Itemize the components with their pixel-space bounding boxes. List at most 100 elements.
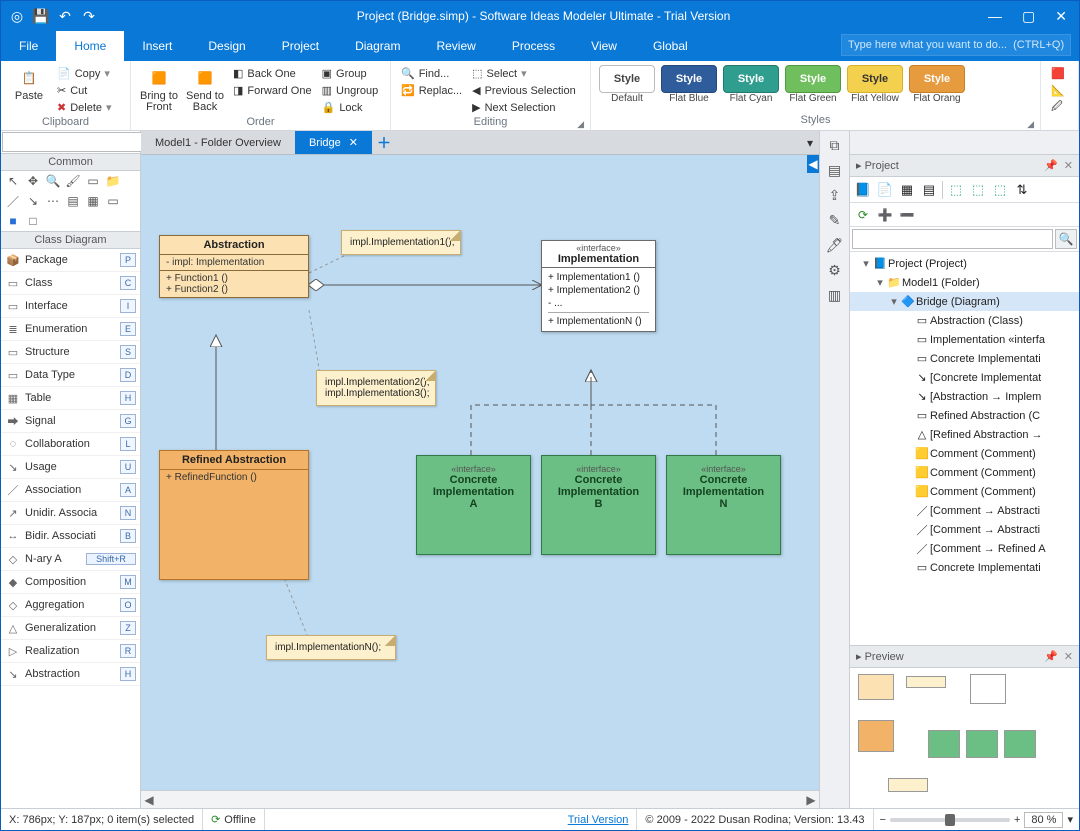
rect-icon[interactable]: ▭: [85, 173, 101, 189]
concrete-n[interactable]: «interface»ConcreteImplementationN: [666, 455, 781, 555]
tool-table[interactable]: ▦TableH: [1, 387, 140, 410]
menu-review[interactable]: Review: [418, 31, 493, 61]
editing-launcher-icon[interactable]: ◢: [577, 119, 584, 130]
forward-one-button[interactable]: ◨Forward One: [229, 82, 316, 99]
proj-tool-5[interactable]: ⬚: [947, 181, 965, 199]
pointer-icon[interactable]: ↖: [5, 173, 21, 189]
proj-tool-6[interactable]: ⬚: [969, 181, 987, 199]
command-search-input[interactable]: [841, 34, 1071, 56]
cut-button[interactable]: ✂Cut: [53, 82, 116, 99]
collapse-right-icon[interactable]: ◀: [807, 155, 819, 173]
tool-signal[interactable]: ⮕SignalG: [1, 410, 140, 433]
pin-icon[interactable]: 📌: [1044, 159, 1058, 172]
redo-icon[interactable]: ↷: [79, 6, 99, 26]
class-refined-abstraction[interactable]: Refined Abstraction + RefinedFunction (): [159, 450, 309, 580]
zoom-value[interactable]: 80 %: [1024, 812, 1063, 828]
white-icon[interactable]: □: [25, 213, 41, 229]
proj-tool-2[interactable]: 📄: [876, 181, 894, 199]
concrete-b[interactable]: «interface»ConcreteImplementationB: [541, 455, 656, 555]
tool-package[interactable]: 📦PackageP: [1, 249, 140, 272]
proj-tool-7[interactable]: ⬚: [991, 181, 1009, 199]
dots-icon[interactable]: ⋯: [45, 193, 61, 209]
tree-node[interactable]: ▾🔷Bridge (Diagram): [850, 292, 1079, 311]
rail-align-icon[interactable]: ⧉: [823, 133, 847, 157]
style-chip-flat-cyan[interactable]: Style: [723, 65, 779, 93]
zoom-control[interactable]: − + 80 % ▾: [874, 812, 1079, 828]
next-selection-button[interactable]: ▶Next Selection: [468, 99, 580, 116]
toolbox-header-classdiagram[interactable]: Class Diagram: [1, 232, 140, 249]
replace-button[interactable]: 🔁Replac...: [397, 82, 466, 99]
rail-settings-icon[interactable]: ⚙: [823, 258, 847, 282]
rail-layers-icon[interactable]: ▤: [823, 158, 847, 182]
zoom-out-icon[interactable]: −: [880, 814, 886, 826]
list-icon[interactable]: ▤: [65, 193, 81, 209]
grid-icon[interactable]: ▦: [85, 193, 101, 209]
diagram-canvas[interactable]: Abstraction - impl: Implementation + Fun…: [141, 155, 819, 790]
tree-node[interactable]: ▭Refined Abstraction (C: [850, 406, 1079, 425]
preview-panel-header[interactable]: ▸ Preview 📌✕: [850, 646, 1079, 668]
group-button[interactable]: ▣Group: [318, 65, 383, 82]
tree-node[interactable]: ▾📘Project (Project): [850, 254, 1079, 273]
style-chip-flat-green[interactable]: Style: [785, 65, 841, 93]
tool-n-ary-a[interactable]: ◇N-ary AShift+R: [1, 548, 140, 571]
ribbon-tool-3[interactable]: 🖉: [1047, 99, 1069, 116]
delete-button[interactable]: ✖Delete ▾: [53, 99, 116, 116]
send-to-back-button[interactable]: 🟧Send to Back: [183, 63, 227, 116]
back-one-button[interactable]: ◧Back One: [229, 65, 316, 82]
prev-selection-button[interactable]: ◀Previous Selection: [468, 82, 580, 99]
menu-insert[interactable]: Insert: [124, 31, 190, 61]
blue-icon[interactable]: ■: [5, 213, 21, 229]
copy-button[interactable]: 📄Copy ▾: [53, 65, 116, 82]
tree-node[interactable]: ↘[Abstraction → Implem: [850, 387, 1079, 406]
proj-refresh-icon[interactable]: ⟳: [854, 206, 872, 224]
zoom-dropdown-icon[interactable]: ▾: [1067, 813, 1073, 826]
proj-add-icon[interactable]: ➕: [876, 206, 894, 224]
paste-button[interactable]: 📋Paste: [7, 63, 51, 116]
tree-node[interactable]: ▭Concrete Implementati: [850, 558, 1079, 577]
concrete-a[interactable]: «interface»ConcreteImplementationA: [416, 455, 531, 555]
ribbon-tool-2[interactable]: 📐: [1047, 82, 1069, 99]
status-offline[interactable]: ⟳Offline: [203, 809, 265, 830]
tool-structure[interactable]: ▭StructureS: [1, 341, 140, 364]
tool-usage[interactable]: ↘UsageU: [1, 456, 140, 479]
find-button[interactable]: 🔍Find...: [397, 65, 466, 82]
menu-file[interactable]: File: [1, 31, 56, 61]
zoom-icon[interactable]: 🔍: [45, 173, 61, 189]
tree-node[interactable]: ▭Abstraction (Class): [850, 311, 1079, 330]
tree-node[interactable]: △[Refined Abstraction →: [850, 425, 1079, 444]
tree-node[interactable]: ／[Comment → Refined A: [850, 539, 1079, 558]
interface-implementation[interactable]: «interface»Implementation + Implementati…: [541, 240, 656, 332]
menu-view[interactable]: View: [573, 31, 635, 61]
proj-tool-1[interactable]: 📘: [854, 181, 872, 199]
proj-tool-4[interactable]: ▤: [920, 181, 938, 199]
minimize-icon[interactable]: ―: [988, 8, 1002, 25]
zoom-in-icon[interactable]: +: [1014, 814, 1020, 826]
select-button[interactable]: ⬚Select ▾: [468, 65, 580, 82]
tree-node[interactable]: ▭Implementation «interfa: [850, 330, 1079, 349]
tool-class[interactable]: ▭ClassC: [1, 272, 140, 295]
tool-association[interactable]: ／AssociationA: [1, 479, 140, 502]
project-panel-header[interactable]: ▸ Project 📌✕: [850, 155, 1079, 177]
tool-unidir-associa[interactable]: ↗Unidir. AssociaN: [1, 502, 140, 525]
command-search[interactable]: [841, 34, 1071, 58]
rail-more-icon[interactable]: ▥: [823, 283, 847, 307]
folder-icon[interactable]: 📁: [105, 173, 121, 189]
preview-canvas[interactable]: [850, 668, 1079, 808]
menu-design[interactable]: Design: [190, 31, 263, 61]
tree-node[interactable]: ／[Comment → Abstracti: [850, 501, 1079, 520]
preview-close-icon[interactable]: ✕: [1064, 650, 1073, 663]
tree-node[interactable]: ▾📁Model1 (Folder): [850, 273, 1079, 292]
window-icon[interactable]: ▭: [105, 193, 121, 209]
tabs-menu-icon[interactable]: ▾: [801, 131, 819, 154]
project-search-button[interactable]: 🔍: [1055, 229, 1077, 249]
tree-node[interactable]: 🟨Comment (Comment): [850, 482, 1079, 501]
horizontal-scrollbar[interactable]: ◀▶: [141, 790, 819, 808]
ribbon-tool-1[interactable]: 🟥: [1047, 65, 1069, 82]
undo-icon[interactable]: ↶: [55, 6, 75, 26]
tree-node[interactable]: ／[Comment → Abstracti: [850, 520, 1079, 539]
save-icon[interactable]: 💾: [31, 6, 51, 26]
menu-process[interactable]: Process: [494, 31, 573, 61]
styles-launcher-icon[interactable]: ◢: [1027, 119, 1034, 130]
style-chip-flat-blue[interactable]: Style: [661, 65, 717, 93]
comment-3[interactable]: impl.ImplementationN();: [266, 635, 396, 660]
